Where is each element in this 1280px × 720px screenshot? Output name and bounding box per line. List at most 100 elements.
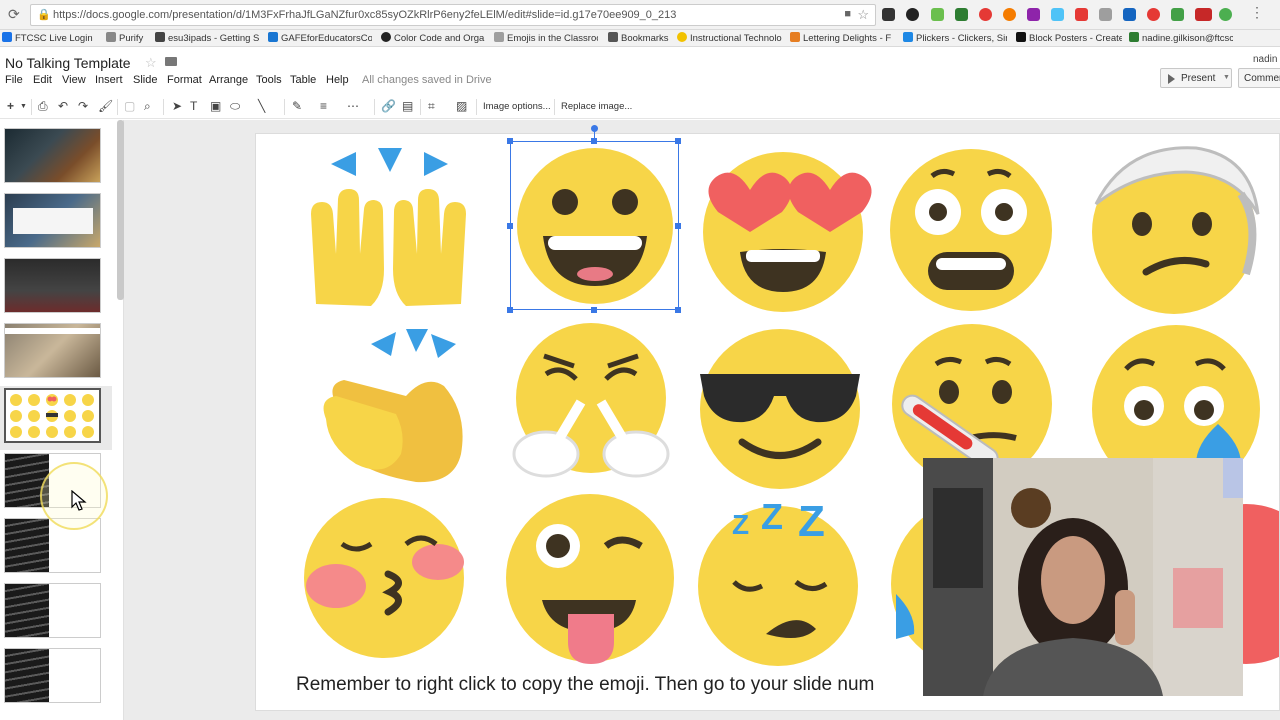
menu-tools[interactable]: Tools [256, 74, 282, 86]
document-title[interactable]: No Talking Template [5, 55, 131, 71]
smiling-face-with-sunglasses-emoji[interactable] [700, 329, 860, 489]
slide-thumbnail-2[interactable] [4, 193, 101, 248]
camera-icon[interactable]: ■ [844, 8, 851, 20]
bookmark-item[interactable]: Lettering Delights - F [790, 32, 894, 44]
resize-handle-left[interactable] [507, 223, 513, 229]
resize-handle-bottom[interactable] [591, 307, 597, 313]
extension-icon[interactable] [1123, 8, 1136, 21]
extension-icon[interactable] [1003, 8, 1016, 21]
folder-icon[interactable] [165, 57, 177, 66]
kissing-face-with-closed-eyes-emoji[interactable] [304, 498, 464, 658]
undo-icon[interactable]: ↶ [58, 99, 68, 113]
bookmark-star-icon[interactable]: ☆ [857, 7, 869, 23]
menu-slide[interactable]: Slide [133, 74, 157, 86]
slide-thumbnail-9[interactable] [4, 648, 101, 703]
menu-table[interactable]: Table [290, 74, 316, 86]
menu-edit[interactable]: Edit [33, 74, 52, 86]
slide-caption[interactable]: Remember to right click to copy the emoj… [296, 674, 874, 696]
rotation-handle[interactable] [591, 125, 598, 132]
bookmark-item[interactable]: Block Posters - Create [1016, 32, 1122, 44]
resize-handle-top-left[interactable] [507, 138, 513, 144]
extension-icon[interactable] [1075, 8, 1088, 21]
bookmark-item[interactable]: Color Code and Orga [381, 32, 485, 44]
select-cursor-icon[interactable]: ➤ [172, 99, 182, 113]
replace-image-button[interactable]: Replace image... [561, 101, 632, 112]
image-icon[interactable]: ▣ [210, 99, 221, 113]
chevron-down-icon[interactable]: ▼ [1223, 74, 1230, 81]
print-icon[interactable]: ⎙ [38, 99, 48, 114]
heart-eyes-emoji[interactable] [703, 152, 872, 312]
resize-handle-bottom-right[interactable] [675, 307, 681, 313]
border-dash-icon[interactable]: ⋯ [347, 99, 359, 113]
resize-handle-top[interactable] [591, 138, 597, 144]
border-color-icon[interactable]: ✎ [292, 99, 302, 113]
browser-menu-icon[interactable]: ⋮ [1250, 4, 1264, 21]
crop-icon[interactable]: ⌗ [428, 99, 435, 114]
extension-icon[interactable] [955, 8, 968, 21]
extension-icon[interactable] [1219, 8, 1232, 21]
chevron-down-icon[interactable]: ▼ [20, 103, 27, 110]
sleeping-face-emoji[interactable]: Z Z Z [698, 496, 858, 666]
extension-icon[interactable] [1171, 8, 1184, 21]
image-selection-box[interactable] [510, 141, 679, 310]
menu-format[interactable]: Format [167, 74, 202, 86]
comments-button[interactable]: Comments [1238, 68, 1280, 88]
extension-icon[interactable] [882, 8, 895, 21]
extension-icon[interactable] [1051, 8, 1064, 21]
menu-help[interactable]: Help [326, 74, 349, 86]
border-weight-icon[interactable]: ≡ [320, 99, 327, 113]
resize-handle-top-right[interactable] [675, 138, 681, 144]
face-with-steam-emoji[interactable] [512, 323, 670, 478]
zoom-icon[interactable]: ⌕ [144, 99, 151, 114]
text-box-icon[interactable]: T [190, 99, 197, 113]
menu-file[interactable]: File [5, 74, 23, 86]
bookmark-item[interactable]: Emojis in the Classroo [494, 32, 598, 44]
extension-icon[interactable] [1027, 8, 1040, 21]
winking-face-with-tongue-emoji[interactable] [506, 494, 674, 664]
resize-handle-bottom-left[interactable] [507, 307, 513, 313]
menu-insert[interactable]: Insert [95, 74, 123, 86]
filmstrip-scrollbar[interactable] [117, 120, 124, 300]
slide-thumbnail-1[interactable] [4, 128, 101, 183]
star-icon[interactable]: ☆ [145, 55, 157, 71]
reload-icon[interactable]: ⟳ [8, 6, 20, 23]
slide-thumbnail-4[interactable] [4, 323, 101, 378]
line-icon[interactable]: ╲ [258, 99, 265, 113]
face-with-head-bandage-emoji[interactable] [1092, 146, 1260, 314]
mask-image-icon[interactable]: ▨ [456, 99, 467, 113]
shape-icon[interactable]: ⬭ [230, 99, 240, 114]
redo-icon[interactable]: ↷ [78, 99, 88, 113]
resize-handle-right[interactable] [675, 223, 681, 229]
slide-thumbnail-8[interactable] [4, 583, 101, 638]
extension-icon[interactable] [931, 8, 944, 21]
image-options-button[interactable]: Image options... [483, 101, 551, 112]
new-slide-icon[interactable]: + [7, 99, 14, 113]
pinterest-icon[interactable] [979, 8, 992, 21]
slide-thumbnail-3[interactable] [4, 258, 101, 313]
slide-thumbnail-5[interactable] [4, 388, 101, 443]
zoom-fit-icon[interactable]: ▢ [124, 99, 135, 113]
paint-format-icon[interactable]: 🖌 [98, 99, 113, 113]
extension-icon[interactable] [906, 8, 919, 21]
bookmark-item[interactable]: nadine.gilkison@ftcsc [1129, 32, 1233, 44]
url-field[interactable]: 🔒 https://docs.google.com/presentation/d… [30, 4, 876, 26]
clapping-hands-emoji[interactable] [323, 329, 463, 483]
bookmark-item[interactable]: Plickers - Clickers, Sim [903, 32, 1007, 44]
link-icon[interactable]: 🔗 [381, 99, 396, 113]
extension-icon[interactable] [1099, 8, 1112, 21]
bookmark-item[interactable]: GAFEforEducatorsCou [268, 32, 372, 44]
astonished-face-emoji[interactable] [890, 149, 1052, 311]
present-button[interactable]: Present ▼ [1160, 68, 1232, 88]
bookmark-item[interactable]: FTCSC Live Login [2, 32, 112, 44]
user-account[interactable]: nadin [1253, 54, 1277, 65]
bookmark-item[interactable]: Purify [106, 32, 152, 44]
menu-view[interactable]: View [62, 74, 86, 86]
bookmark-item[interactable]: Bookmarks [608, 32, 672, 44]
comment-icon[interactable]: ▤ [402, 99, 413, 113]
menu-arrange[interactable]: Arrange [209, 74, 248, 86]
bookmark-item[interactable]: esu3ipads - Getting S [155, 32, 261, 44]
raising-hands-emoji[interactable] [311, 148, 466, 306]
adblock-icon[interactable] [1195, 8, 1212, 21]
extension-icon[interactable] [1147, 8, 1160, 21]
bookmark-item[interactable]: Instructional Technolo [677, 32, 782, 44]
